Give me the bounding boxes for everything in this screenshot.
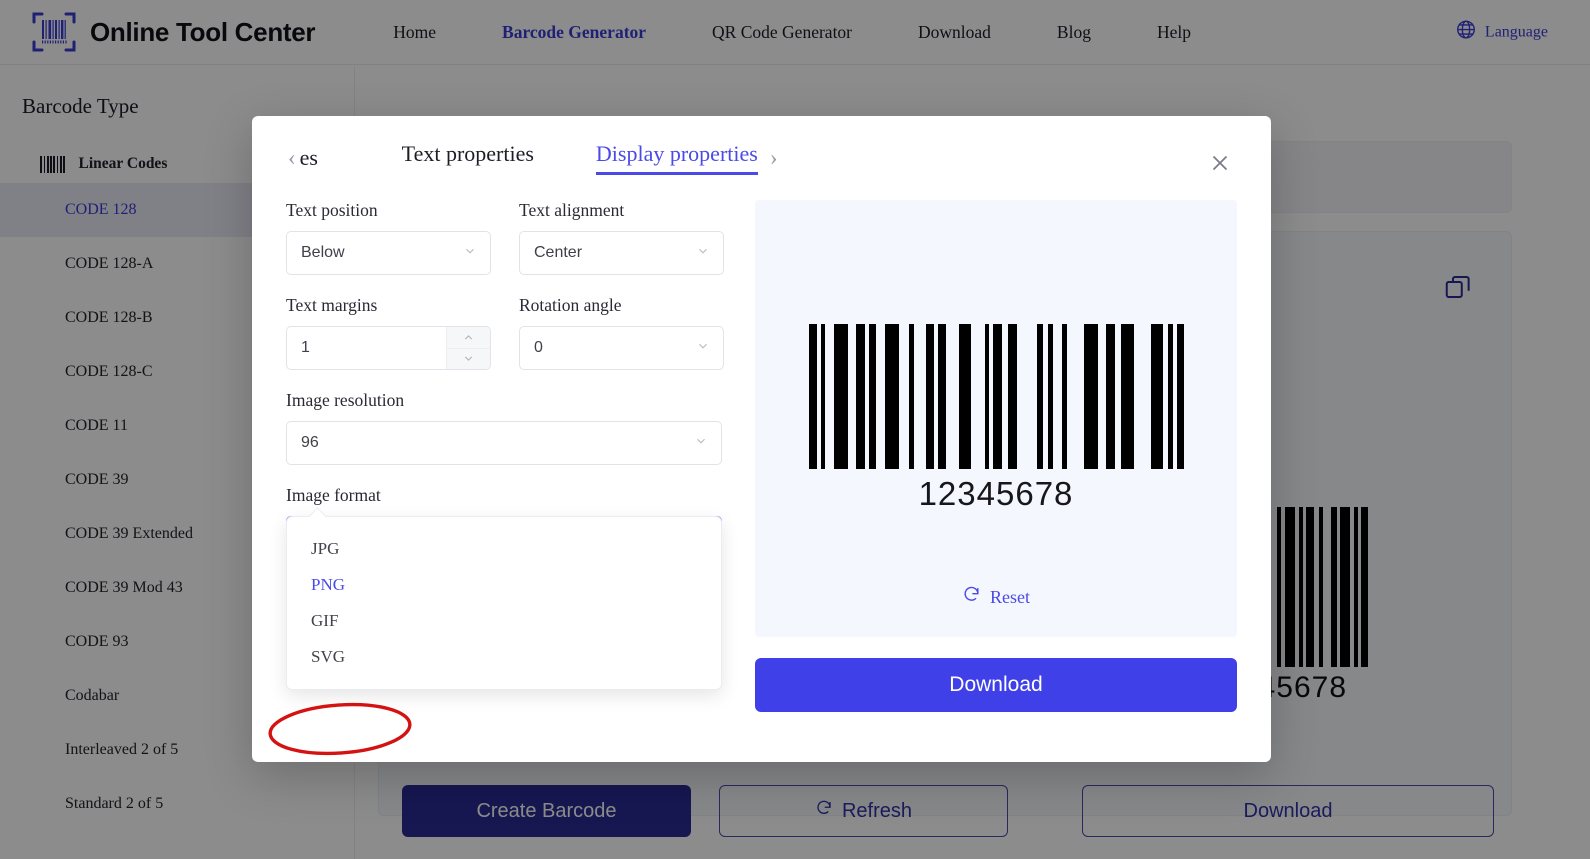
modal-preview-column: 12345678 Reset Download <box>755 200 1237 712</box>
modal-download-button[interactable]: Download <box>755 658 1237 712</box>
image-resolution-label: Image resolution <box>286 390 405 410</box>
text-position-label: Text position <box>286 200 378 220</box>
barcode-preview: 12345678 Reset <box>755 200 1237 637</box>
tab-text-properties[interactable]: Text properties <box>402 141 534 175</box>
text-margins-stepper[interactable]: 1 <box>286 326 491 370</box>
chevron-down-icon <box>463 244 477 263</box>
rotation-angle-select[interactable]: 0 <box>519 326 724 370</box>
field-text-alignment: Text alignment Center <box>519 200 724 275</box>
text-position-select[interactable]: Below <box>286 231 491 275</box>
field-text-margins: Text margins 1 <box>286 295 491 370</box>
chevron-left-icon[interactable]: ‹ <box>288 145 296 171</box>
text-margins-value: 1 <box>301 339 310 356</box>
modal-tab-bar: ‹ es Text properties Display properties … <box>252 116 1271 200</box>
image-resolution-value: 96 <box>301 434 319 451</box>
text-alignment-value: Center <box>534 244 583 261</box>
chevron-down-icon <box>694 434 708 453</box>
dropdown-option-png[interactable]: PNG <box>287 567 721 603</box>
preview-barcode-value: 12345678 <box>918 475 1074 512</box>
field-image-resolution: Image resolution 96 <box>286 390 722 465</box>
chevron-down-icon <box>696 244 710 263</box>
preview-barcode-bars <box>808 324 1184 469</box>
modal-body: Text position Below Text alignment Cente… <box>252 200 1271 712</box>
text-margins-label: Text margins <box>286 295 378 315</box>
refresh-icon <box>962 585 981 609</box>
rotation-angle-label: Rotation angle <box>519 295 622 315</box>
text-position-value: Below <box>301 244 345 261</box>
image-resolution-select[interactable]: 96 <box>286 421 722 465</box>
chevron-right-icon[interactable]: › <box>770 145 778 171</box>
tab-display-properties[interactable]: Display properties <box>595 141 758 175</box>
image-format-dropdown: JPG PNG GIF SVG <box>286 507 722 690</box>
dropdown-option-gif[interactable]: GIF <box>287 603 721 639</box>
image-format-label: Image format <box>286 485 381 505</box>
text-alignment-label: Text alignment <box>519 200 625 220</box>
close-icon[interactable] <box>1207 150 1237 180</box>
reset-label: Reset <box>990 586 1030 607</box>
chevron-down-icon[interactable] <box>447 349 490 370</box>
tab-clipped[interactable]: es <box>300 145 318 171</box>
stepper-buttons <box>446 327 490 369</box>
text-alignment-select[interactable]: Center <box>519 231 724 275</box>
dropdown-option-svg[interactable]: SVG <box>287 639 721 675</box>
field-rotation-angle: Rotation angle 0 <box>519 295 724 370</box>
dropdown-option-jpg[interactable]: JPG <box>287 531 721 567</box>
chevron-down-icon <box>696 339 710 358</box>
field-text-position: Text position Below <box>286 200 491 275</box>
display-properties-modal: ‹ es Text properties Display properties … <box>252 116 1271 762</box>
rotation-angle-value: 0 <box>534 339 543 356</box>
display-properties-form: Text position Below Text alignment Cente… <box>286 200 733 712</box>
reset-button[interactable]: Reset <box>755 585 1237 609</box>
chevron-up-icon[interactable] <box>447 327 490 349</box>
